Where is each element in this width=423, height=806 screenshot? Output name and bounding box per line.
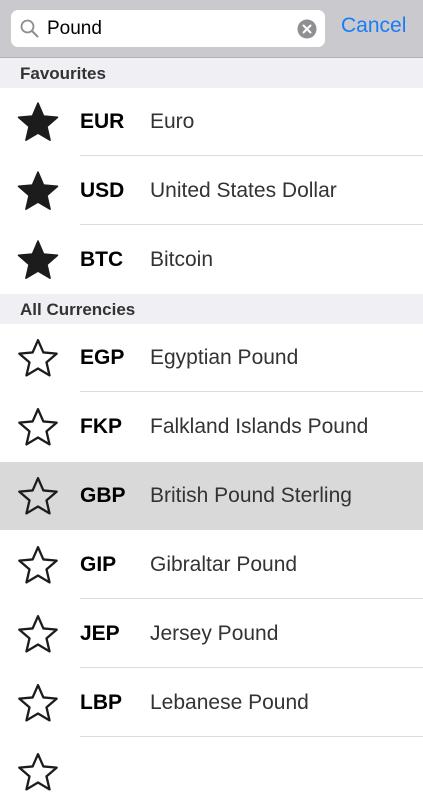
- currency-row-partial[interactable]: [0, 738, 423, 806]
- currency-row-eur[interactable]: EUR Euro: [0, 88, 423, 156]
- currency-code: LBP: [80, 691, 122, 714]
- outline-star-icon[interactable]: [17, 683, 59, 723]
- search-field[interactable]: Pound: [11, 10, 325, 47]
- currency-row-gbp[interactable]: GBP British Pound Sterling: [0, 462, 423, 530]
- outline-star-icon[interactable]: [17, 476, 59, 516]
- currency-code: BTC: [80, 248, 124, 271]
- row-separator: [80, 155, 423, 156]
- outline-star-icon[interactable]: [17, 545, 59, 585]
- magnifier-icon: [20, 19, 39, 38]
- currency-row-jep[interactable]: JEP Jersey Pound: [0, 600, 423, 668]
- currency-row-btc[interactable]: BTC Bitcoin: [0, 226, 423, 294]
- row-separator: [80, 598, 423, 599]
- currency-code: EUR: [80, 110, 125, 133]
- row-separator: [80, 224, 423, 225]
- currency-row-usd[interactable]: USD United States Dollar: [0, 157, 423, 225]
- currency-name: Euro: [150, 110, 195, 133]
- outline-star-icon[interactable]: [17, 614, 59, 654]
- row-separator: [80, 736, 423, 737]
- cancel-button[interactable]: Cancel: [341, 13, 406, 39]
- section-title: All Currencies: [20, 300, 136, 319]
- row-separator: [80, 667, 423, 668]
- filled-star-icon[interactable]: [17, 171, 59, 211]
- currency-code: FKP: [80, 415, 122, 438]
- section-header-all-currencies: All Currencies: [0, 294, 423, 324]
- search-bar: Pound Cancel: [0, 0, 423, 58]
- currency-code: GIP: [80, 553, 117, 576]
- currency-name: Bitcoin: [150, 248, 214, 271]
- currency-name: Falkland Islands Pound: [150, 415, 369, 438]
- currency-row-fkp[interactable]: FKP Falkland Islands Pound: [0, 393, 423, 461]
- section-header-favourites: Favourites: [0, 58, 423, 88]
- filled-star-icon[interactable]: [17, 240, 59, 280]
- currency-name: Lebanese Pound: [150, 691, 309, 714]
- row-separator: [80, 391, 423, 392]
- currency-code: EGP: [80, 346, 125, 369]
- currency-name: British Pound Sterling: [150, 484, 352, 507]
- section-title: Favourites: [20, 64, 106, 83]
- outline-star-icon[interactable]: [17, 338, 59, 378]
- currency-code: GBP: [80, 484, 126, 507]
- currency-name: Gibraltar Pound: [150, 553, 298, 576]
- currency-row-gip[interactable]: GIP Gibraltar Pound: [0, 531, 423, 599]
- search-input[interactable]: Pound: [47, 18, 102, 40]
- outline-star-icon[interactable]: [17, 407, 59, 447]
- currency-name: United States Dollar: [150, 179, 337, 202]
- currency-row-lbp[interactable]: LBP Lebanese Pound: [0, 669, 423, 737]
- currency-name: Jersey Pound: [150, 622, 279, 645]
- filled-star-icon[interactable]: [17, 102, 59, 142]
- clear-circle-icon[interactable]: [297, 19, 317, 39]
- currency-name: Egyptian Pound: [150, 346, 299, 369]
- currency-code: JEP: [80, 622, 120, 645]
- currency-code: USD: [80, 179, 125, 202]
- currency-row-egp[interactable]: EGP Egyptian Pound: [0, 324, 423, 392]
- outline-star-icon[interactable]: [17, 752, 59, 792]
